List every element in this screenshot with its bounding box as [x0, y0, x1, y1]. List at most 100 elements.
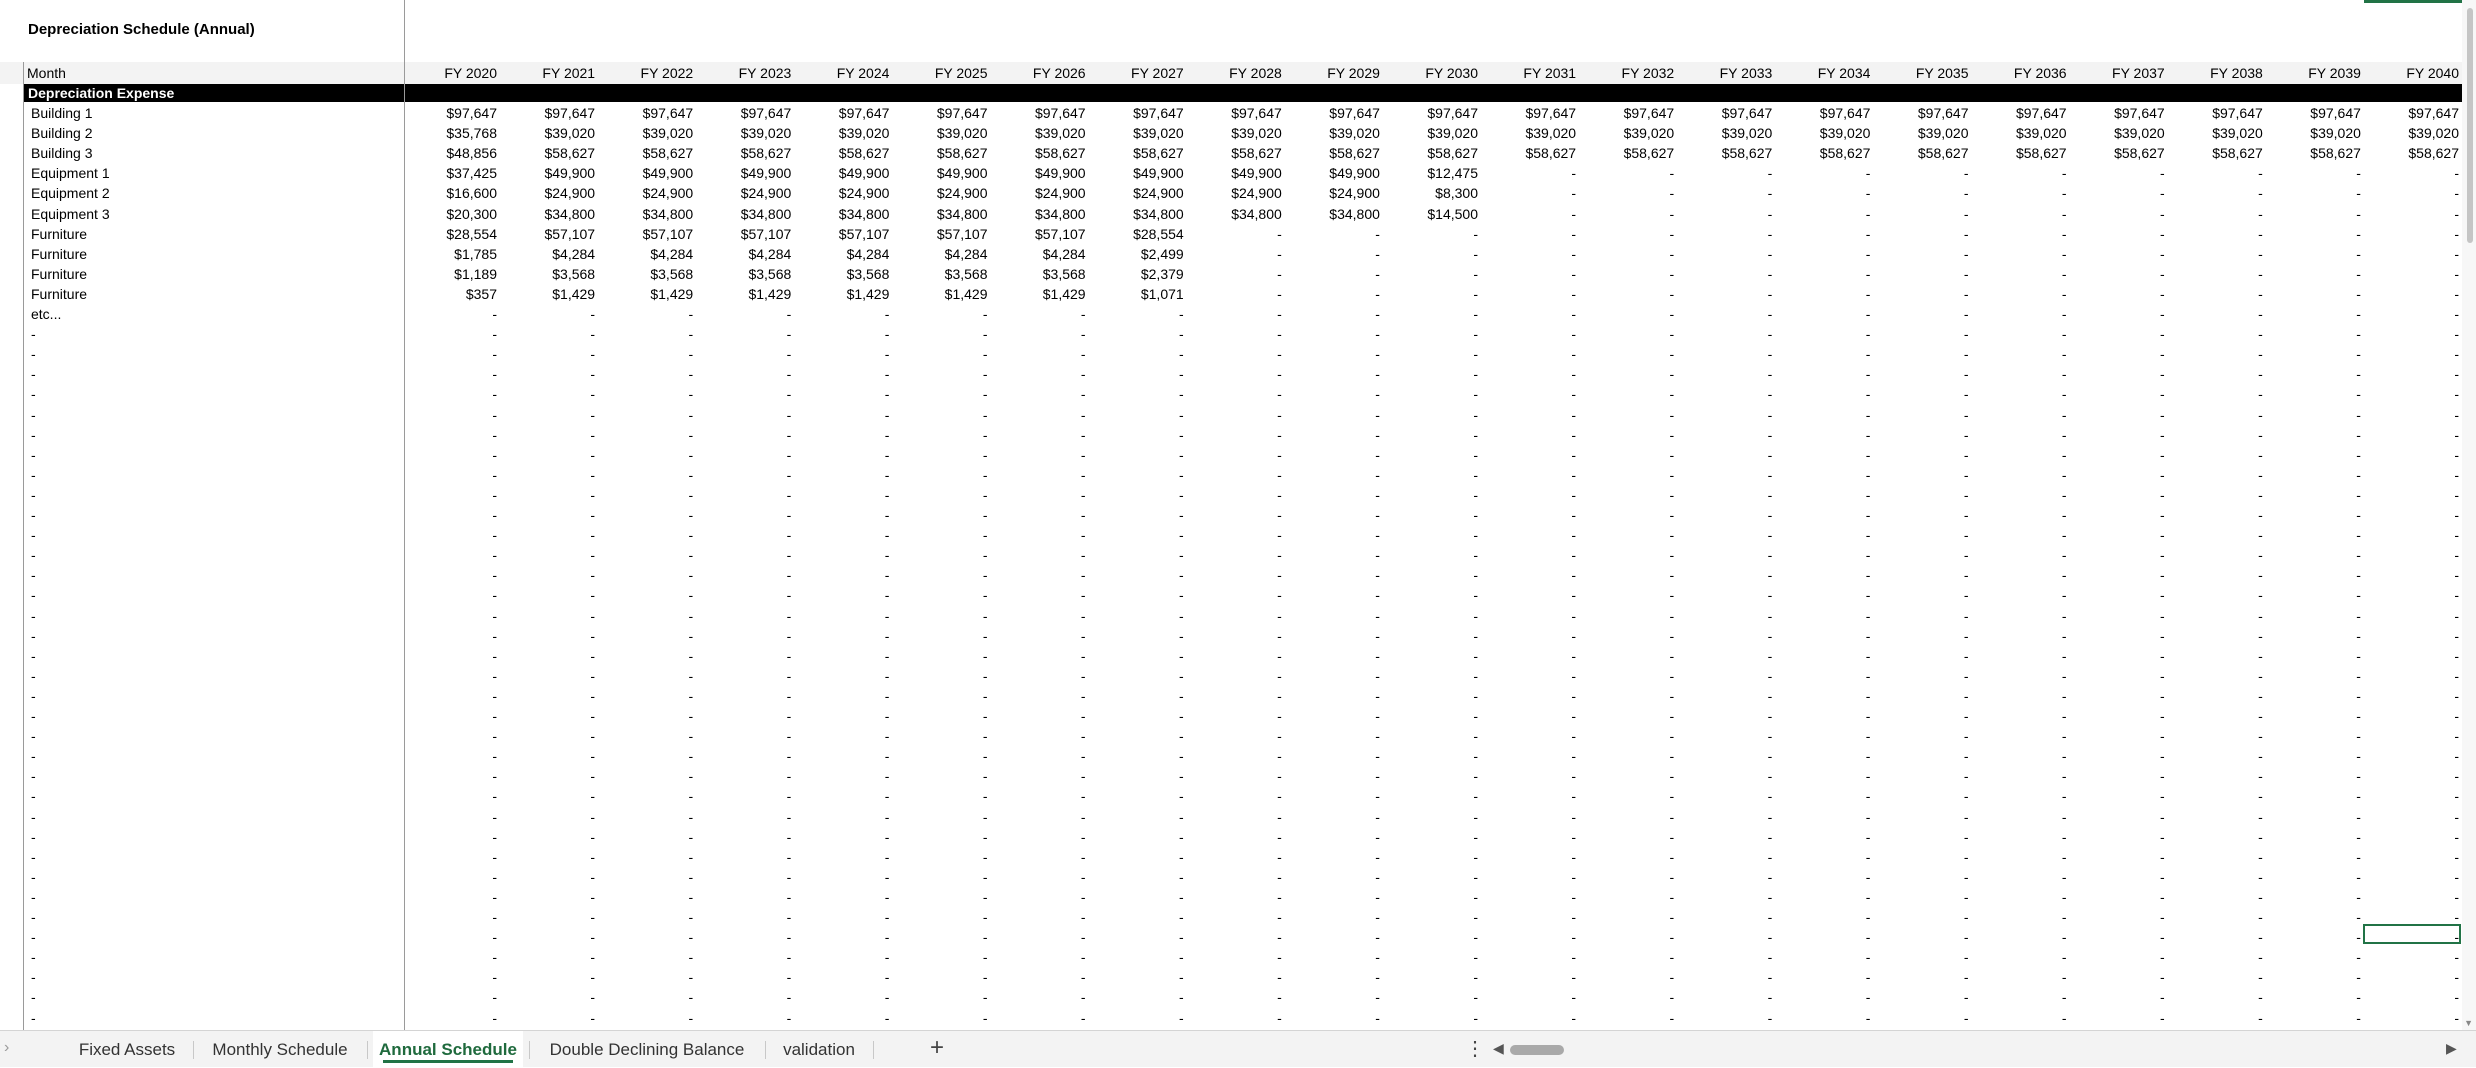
table-cell[interactable]: -: [2167, 506, 2263, 524]
header-year[interactable]: FY 2033: [1676, 64, 1773, 82]
table-cell[interactable]: -: [2363, 828, 2459, 846]
table-cell[interactable]: -: [892, 546, 988, 564]
table-cell[interactable]: -: [1480, 546, 1576, 564]
table-cell[interactable]: -: [1284, 607, 1380, 625]
table-cell[interactable]: -: [892, 647, 988, 665]
horizontal-scroll-thumb[interactable]: [1510, 1045, 1564, 1055]
table-cell[interactable]: -: [1284, 868, 1380, 886]
table-cell[interactable]: -: [1971, 908, 2067, 926]
table-cell[interactable]: -: [2363, 446, 2459, 464]
table-cell[interactable]: -: [990, 868, 1086, 886]
table-cell[interactable]: -: [1186, 707, 1282, 725]
table-cell[interactable]: $39,020: [597, 124, 694, 142]
table-cell[interactable]: -: [1088, 868, 1184, 886]
table-cell[interactable]: -: [1774, 848, 1871, 866]
table-cell[interactable]: -: [1088, 526, 1184, 544]
table-cell[interactable]: -: [2363, 727, 2459, 745]
table-cell[interactable]: $24,900: [499, 184, 595, 202]
table-cell[interactable]: -: [1774, 406, 1871, 424]
table-cell[interactable]: $34,800: [892, 205, 988, 223]
table-cell[interactable]: -: [1676, 466, 1773, 484]
header-year[interactable]: FY 2035: [1873, 64, 1969, 82]
table-cell[interactable]: -: [401, 888, 497, 906]
table-cell[interactable]: -: [990, 305, 1086, 323]
table-cell[interactable]: -: [695, 848, 792, 866]
table-cell[interactable]: $39,020: [892, 124, 988, 142]
table-cell[interactable]: -: [1676, 747, 1773, 765]
table-cell[interactable]: -: [1088, 828, 1184, 846]
table-cell[interactable]: -: [990, 707, 1086, 725]
table-cell[interactable]: -: [401, 647, 497, 665]
tab-validation[interactable]: validation: [771, 1031, 867, 1068]
table-cell[interactable]: -: [1873, 446, 1969, 464]
table-cell[interactable]: -: [1873, 365, 1969, 383]
table-cell[interactable]: -: [2265, 928, 2361, 946]
tab-fixed-assets[interactable]: Fixed Assets: [67, 1031, 187, 1068]
table-cell[interactable]: -: [1873, 647, 1969, 665]
table-cell[interactable]: -: [695, 908, 792, 926]
table-cell[interactable]: -: [1774, 265, 1871, 283]
table-cell[interactable]: -: [1284, 988, 1380, 1006]
table-cell[interactable]: -: [1284, 385, 1380, 403]
table-cell[interactable]: -: [2069, 546, 2165, 564]
table-cell[interactable]: -: [1676, 225, 1773, 243]
table-cell[interactable]: -: [2069, 184, 2165, 202]
table-cell[interactable]: -: [1088, 1009, 1184, 1027]
row-label[interactable]: -: [31, 345, 36, 363]
table-cell[interactable]: $34,800: [1284, 205, 1380, 223]
table-cell[interactable]: -: [1480, 426, 1576, 444]
table-cell[interactable]: -: [793, 546, 890, 564]
header-year[interactable]: FY 2031: [1480, 64, 1576, 82]
table-cell[interactable]: -: [1480, 526, 1576, 544]
table-cell[interactable]: -: [1186, 848, 1282, 866]
header-year[interactable]: FY 2030: [1382, 64, 1478, 82]
table-cell[interactable]: -: [2265, 1009, 2361, 1027]
table-cell[interactable]: -: [2069, 506, 2165, 524]
table-cell[interactable]: -: [1578, 365, 1675, 383]
table-cell[interactable]: $39,020: [990, 124, 1086, 142]
table-cell[interactable]: -: [1186, 808, 1282, 826]
table-cell[interactable]: -: [1774, 546, 1871, 564]
table-cell[interactable]: $39,020: [2069, 124, 2165, 142]
table-cell[interactable]: -: [1676, 808, 1773, 826]
table-cell[interactable]: -: [1186, 908, 1282, 926]
table-cell[interactable]: -: [2265, 365, 2361, 383]
table-cell[interactable]: -: [1382, 1009, 1478, 1027]
table-cell[interactable]: -: [892, 908, 988, 926]
table-cell[interactable]: -: [2363, 325, 2459, 343]
table-cell[interactable]: -: [793, 767, 890, 785]
table-cell[interactable]: -: [2265, 325, 2361, 343]
table-cell[interactable]: -: [2265, 707, 2361, 725]
table-cell[interactable]: -: [2363, 888, 2459, 906]
table-cell[interactable]: -: [2265, 526, 2361, 544]
table-cell[interactable]: -: [1186, 948, 1282, 966]
table-cell[interactable]: -: [1873, 546, 1969, 564]
table-cell[interactable]: -: [499, 727, 595, 745]
table-cell[interactable]: -: [1186, 426, 1282, 444]
table-cell[interactable]: -: [597, 928, 694, 946]
header-year[interactable]: FY 2022: [597, 64, 694, 82]
table-cell[interactable]: -: [1480, 667, 1576, 685]
table-cell[interactable]: -: [1774, 164, 1871, 182]
row-label[interactable]: -: [31, 506, 36, 524]
table-cell[interactable]: -: [793, 607, 890, 625]
table-cell[interactable]: -: [1578, 205, 1675, 223]
table-cell[interactable]: -: [597, 486, 694, 504]
table-cell[interactable]: $58,627: [793, 144, 890, 162]
table-cell[interactable]: -: [1873, 205, 1969, 223]
table-cell[interactable]: $97,647: [1088, 104, 1184, 122]
table-cell[interactable]: -: [1578, 325, 1675, 343]
table-cell[interactable]: -: [1186, 385, 1282, 403]
table-cell[interactable]: -: [1284, 566, 1380, 584]
table-cell[interactable]: -: [2265, 164, 2361, 182]
table-cell[interactable]: -: [1971, 707, 2067, 725]
table-cell[interactable]: -: [1676, 888, 1773, 906]
table-cell[interactable]: -: [597, 325, 694, 343]
table-cell[interactable]: -: [1873, 747, 1969, 765]
table-cell[interactable]: -: [695, 667, 792, 685]
table-cell[interactable]: $58,627: [1186, 144, 1282, 162]
table-cell[interactable]: -: [892, 667, 988, 685]
table-cell[interactable]: -: [1774, 526, 1871, 544]
table-cell[interactable]: -: [2265, 848, 2361, 866]
table-cell[interactable]: -: [1578, 245, 1675, 263]
